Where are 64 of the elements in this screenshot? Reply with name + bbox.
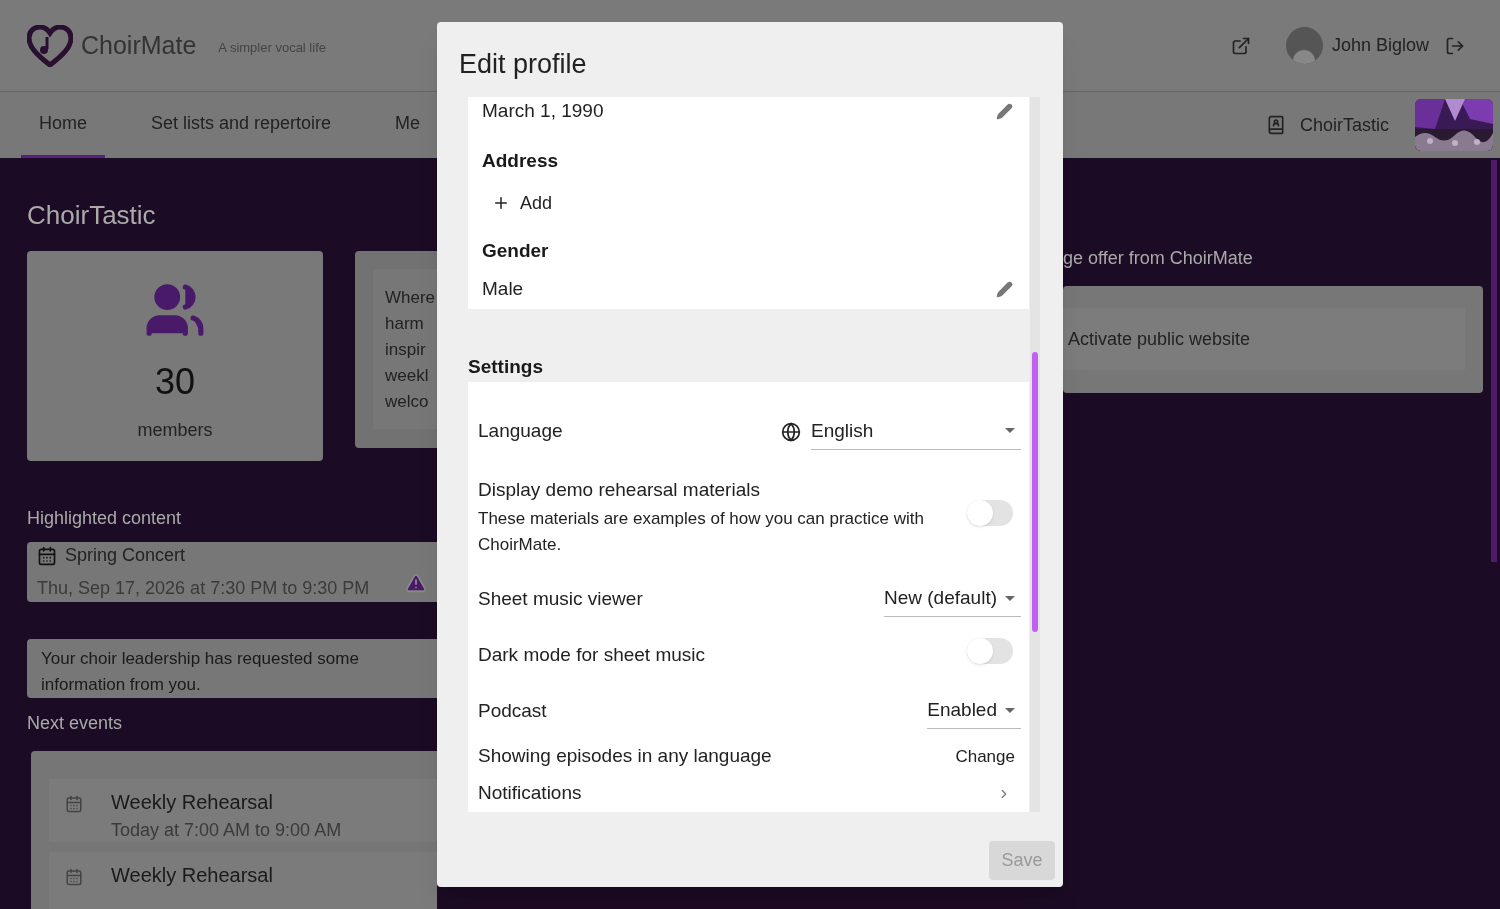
event-title: Weekly Rehearsal — [111, 790, 274, 815]
event-time: Today at 7:00 AM to 9:00 AM — [111, 819, 342, 842]
toggle-switch[interactable] — [967, 499, 1013, 526]
change-button[interactable]: Change — [955, 743, 1015, 770]
user-name[interactable]: John Biglow — [1331, 32, 1429, 59]
setting-label: Sheet music viewer — [478, 586, 644, 611]
info-text: Your choir leadership has requested some information from you. — [41, 648, 360, 696]
calendar-icon — [37, 545, 57, 566]
add-address-button[interactable]: Add — [492, 189, 553, 217]
calendar-icon — [65, 868, 83, 886]
edit-icon[interactable] — [996, 102, 1013, 120]
language-select[interactable]: English — [811, 413, 1021, 450]
warning-icon — [405, 572, 427, 594]
setting-label: Language — [478, 419, 564, 444]
setting-label: Dark mode for sheet music — [478, 642, 707, 667]
nav-tab[interactable]: Me — [377, 92, 439, 158]
edit-icon[interactable] — [996, 280, 1013, 298]
nav-tab[interactable]: Home — [21, 92, 105, 158]
setting-select[interactable]: New (default) — [884, 581, 1021, 617]
setting-label: Display demo rehearsal materials — [478, 477, 761, 502]
choir-name[interactable]: ChoirTastic — [1299, 111, 1389, 139]
highlight-card[interactable]: Spring Concert Thu, Sep 17, 2026 at 7:30 PM to 9:30 PM — [27, 542, 437, 602]
about-text: inspir — [385, 339, 427, 361]
members-count: 30 — [154, 360, 195, 404]
external-link-icon[interactable] — [1230, 35, 1251, 56]
nav-tab[interactable]: Set lists and repertoire — [133, 92, 350, 158]
settings-heading: Settings — [468, 355, 544, 379]
notifications-link[interactable]: Notifications — [478, 775, 1021, 812]
event-time: Thu, Sep 17, 2026 at 7:30 PM to 9:30 PM — [37, 577, 370, 600]
caret-icon — [1005, 428, 1015, 434]
field-label: Gender — [482, 238, 550, 263]
plus-icon — [492, 194, 510, 212]
setting-select[interactable]: Enabled — [927, 693, 1021, 729]
calendar-icon — [65, 795, 83, 813]
dialog-title: Edit profile — [458, 48, 588, 81]
logout-icon[interactable] — [1445, 35, 1465, 56]
info-banner[interactable]: Your choir leadership has requested some information from you. — [27, 639, 437, 698]
caret-icon — [1005, 595, 1015, 602]
about-text: welco — [385, 391, 430, 413]
section-heading: ge offer from ChoirMate — [1063, 247, 1254, 270]
page-title: ChoirTastic — [27, 199, 157, 232]
toggle-switch[interactable] — [967, 637, 1013, 664]
about-text: Where — [385, 287, 437, 309]
event-title: Weekly Rehearsal — [111, 863, 273, 888]
app-name: ChoirMate — [81, 29, 197, 61]
about-text: harm — [385, 313, 425, 335]
gender-value: Male — [482, 277, 525, 301]
field-label: Address — [482, 149, 560, 173]
caret-icon — [1005, 707, 1015, 714]
event-row[interactable]: Weekly Rehearsal — [49, 852, 437, 909]
setting-label: Showing episodes in any language — [478, 744, 773, 769]
section-heading: Next events — [27, 712, 124, 735]
about-text: weekl — [385, 365, 430, 387]
globe-icon — [781, 421, 801, 442]
setting-description: These materials are examples of how you can practice with ChoirMate. — [478, 508, 925, 556]
event-row[interactable]: Weekly Rehearsal Today at 7:00 AM to 9:00 AM — [49, 779, 437, 842]
members-label: members — [137, 419, 213, 442]
activate-website-button[interactable]: Activate public website — [1063, 308, 1465, 370]
event-title: Spring Concert — [65, 544, 186, 567]
heart-logo-icon — [27, 24, 73, 67]
section-heading: Highlighted content — [27, 507, 183, 530]
birthdate-value: March 1, 1990 — [482, 98, 605, 123]
setting-label: Podcast — [478, 698, 548, 723]
avatar[interactable] — [1285, 27, 1323, 64]
